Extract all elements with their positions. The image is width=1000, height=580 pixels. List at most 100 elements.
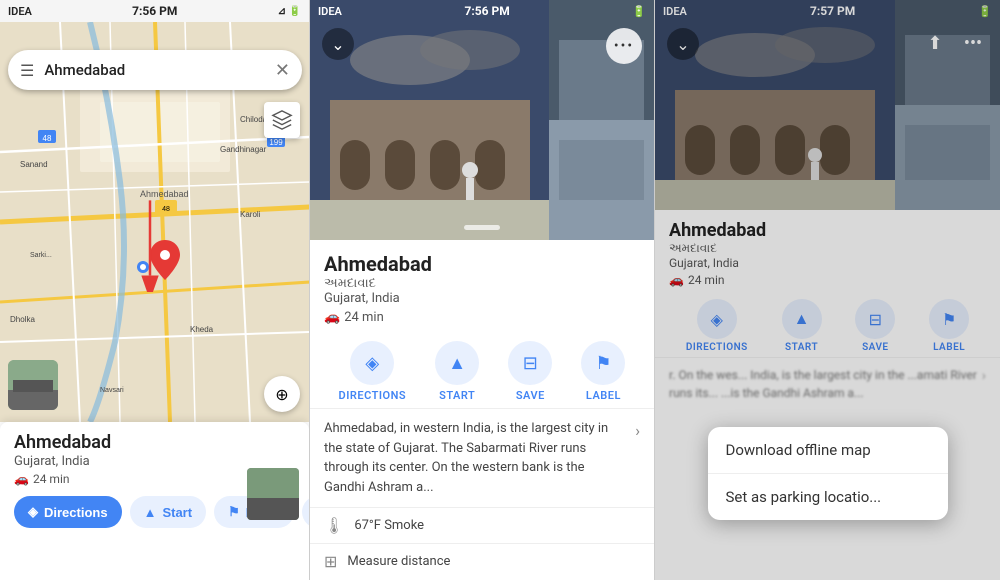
save-label-2: SAVE <box>516 389 545 402</box>
save-icon-3: ⊟ <box>855 299 895 339</box>
carrier-2: IDEA <box>318 5 342 18</box>
share-icon-3[interactable]: ⬆ <box>920 28 950 58</box>
time-1: 7:56 PM <box>132 4 177 18</box>
more-options-button-2[interactable]: ••• <box>606 28 642 64</box>
save-icon-2: ⊟ <box>508 341 552 385</box>
svg-text:Kheda: Kheda <box>190 325 214 334</box>
directions-icon-2: ◈ <box>350 341 394 385</box>
search-bar[interactable]: ☰ Ahmedabad ✕ <box>8 50 302 90</box>
svg-text:Gandhinagar: Gandhinagar <box>220 145 267 154</box>
directions-icon: ◈ <box>28 504 38 520</box>
share-button[interactable]: ⬆ Sh... <box>302 496 310 528</box>
status-bar-3: IDEA 7:57 PM 🔋 <box>655 0 1000 22</box>
directions-action-3[interactable]: ◈ DIRECTIONS <box>686 299 748 353</box>
map-panel: IDEA 7:56 PM ⊿ 🔋 Ahmeda <box>0 0 310 580</box>
back-arrow-2[interactable]: ⌄ <box>322 28 354 60</box>
label-action-3[interactable]: ⚑ LABEL <box>929 299 969 353</box>
carrier-1: IDEA <box>8 5 32 18</box>
save-action-2[interactable]: ⊟ SAVE <box>508 341 552 402</box>
action-row-2: ◈ DIRECTIONS ▲ START ⊟ SAVE ⚑ LABEL <box>310 333 654 409</box>
download-offline-item[interactable]: Download offline map <box>708 427 948 474</box>
place-info-2: Ahmedabad અમદાવાદ Gujarat, India 🚗24 min <box>310 240 654 333</box>
description-text-2: Ahmedabad, in western India, is the larg… <box>324 419 627 497</box>
place-name-2: Ahmedabad <box>324 252 640 276</box>
label-icon-3: ⚑ <box>929 299 969 339</box>
measure-icon-2: ⊞ <box>324 552 337 571</box>
svg-text:Dholka: Dholka <box>10 315 35 324</box>
more-icon-3[interactable]: ••• <box>958 28 988 58</box>
action-row-3: ◈ DIRECTIONS ▲ START ⊟ SAVE ⚑ LABEL <box>655 293 1000 358</box>
expand-icon-2: › <box>635 419 640 443</box>
directions-action-2[interactable]: ◈ DIRECTIONS <box>339 341 407 402</box>
place-region-3: Gujarat, India <box>669 256 986 270</box>
battery-1: ⊿ 🔋 <box>278 6 301 17</box>
close-icon[interactable]: ✕ <box>275 60 290 81</box>
directions-label-3: DIRECTIONS <box>686 342 748 353</box>
card-title-1: Ahmedabad <box>14 432 295 453</box>
card-subtitle-1: Gujarat, India <box>14 454 295 469</box>
description-2[interactable]: Ahmedabad, in western India, is the larg… <box>310 409 654 507</box>
description-text-3: r. On the wes... India, is the largest c… <box>669 366 982 402</box>
label-label-3: LABEL <box>933 342 965 353</box>
expand-icon-3: › <box>982 366 986 402</box>
place-drive-3: 🚗24 min <box>669 273 986 287</box>
weather-text-2: 67°F Smoke <box>354 518 424 533</box>
context-menu-top[interactable]: Download offline map Set as parking loca… <box>708 427 948 520</box>
carrier-3: IDEA <box>663 5 687 18</box>
svg-text:Karoli: Karoli <box>240 210 261 219</box>
start-icon: ▲ <box>144 505 157 520</box>
hero-image-3: ⌄ ⬆ ••• <box>655 0 1000 210</box>
directions-label-2: DIRECTIONS <box>339 389 407 402</box>
place-region-2: Gujarat, India <box>324 291 640 306</box>
place-card-1: Ahmedabad Gujarat, India 🚗 24 min ◈ Dire… <box>0 422 309 580</box>
card-thumbnail <box>247 468 299 520</box>
svg-text:199: 199 <box>269 138 283 147</box>
layer-button[interactable] <box>264 102 300 138</box>
place-name-3: Ahmedabad <box>669 220 986 241</box>
measure-text-2: Measure distance <box>347 554 450 569</box>
status-bar-2: IDEA 7:56 PM 🔋 <box>310 0 654 22</box>
drag-handle-2 <box>464 225 500 230</box>
top-icons-3: ⬆ ••• <box>920 28 988 58</box>
place-detail-panel: IDEA 7:56 PM 🔋 <box>310 0 655 580</box>
svg-text:48: 48 <box>43 134 52 143</box>
start-label-3: START <box>785 342 818 353</box>
context-menu-panel: IDEA 7:57 PM 🔋 <box>655 0 1000 580</box>
search-text: Ahmedabad <box>44 61 275 79</box>
start-icon-3: ▲ <box>782 299 822 339</box>
place-local-name-2: અમદાવાદ <box>324 276 640 291</box>
start-action-2[interactable]: ▲ START <box>435 341 479 402</box>
place-local-name-3: અમદાવાદ <box>669 241 986 256</box>
svg-text:Sarki...: Sarki... <box>30 252 52 259</box>
save-label-3: SAVE <box>862 342 889 353</box>
label-icon-2: ⚑ <box>581 341 625 385</box>
svg-text:Navsari: Navsari <box>100 387 124 394</box>
place-drive-2: 🚗24 min <box>324 310 640 325</box>
time-2: 7:56 PM <box>464 4 509 18</box>
street-view-thumb[interactable] <box>8 360 58 410</box>
save-action-3[interactable]: ⊟ SAVE <box>855 299 895 353</box>
map-area[interactable]: Ahmedabad Sanand Karoli Gandhinagar Chil… <box>0 22 310 422</box>
start-button[interactable]: ▲ Start <box>130 496 207 528</box>
status-bar-1: IDEA 7:56 PM ⊿ 🔋 <box>0 0 309 22</box>
start-action-3[interactable]: ▲ START <box>782 299 822 353</box>
directions-button[interactable]: ◈ Directions <box>14 496 122 528</box>
parking-location-item[interactable]: Set as parking locatio... <box>708 474 948 520</box>
hero-image-2: ⌄ ••• <box>310 0 654 240</box>
measure-row-2[interactable]: ⊞ Measure distance <box>310 543 654 579</box>
location-button[interactable]: ⊕ <box>264 376 300 412</box>
description-3: r. On the wes... India, is the largest c… <box>655 358 1000 410</box>
hamburger-icon[interactable]: ☰ <box>20 61 34 80</box>
start-label-2: START <box>439 389 475 402</box>
time-3: 7:57 PM <box>810 4 855 18</box>
directions-icon-3: ◈ <box>697 299 737 339</box>
place-info-3: Ahmedabad અમદાવાદ Gujarat, India 🚗24 min <box>655 210 1000 293</box>
label-label-2: LABEL <box>586 389 621 402</box>
weather-row-2: 🌡 67°F Smoke <box>310 507 654 543</box>
weather-icon-2: 🌡 <box>324 516 344 535</box>
svg-text:Sanand: Sanand <box>20 160 48 169</box>
flag-icon: ⚑ <box>228 504 240 520</box>
label-action-2[interactable]: ⚑ LABEL <box>581 341 625 402</box>
back-arrow-3[interactable]: ⌄ <box>667 28 699 60</box>
start-icon-2: ▲ <box>435 341 479 385</box>
